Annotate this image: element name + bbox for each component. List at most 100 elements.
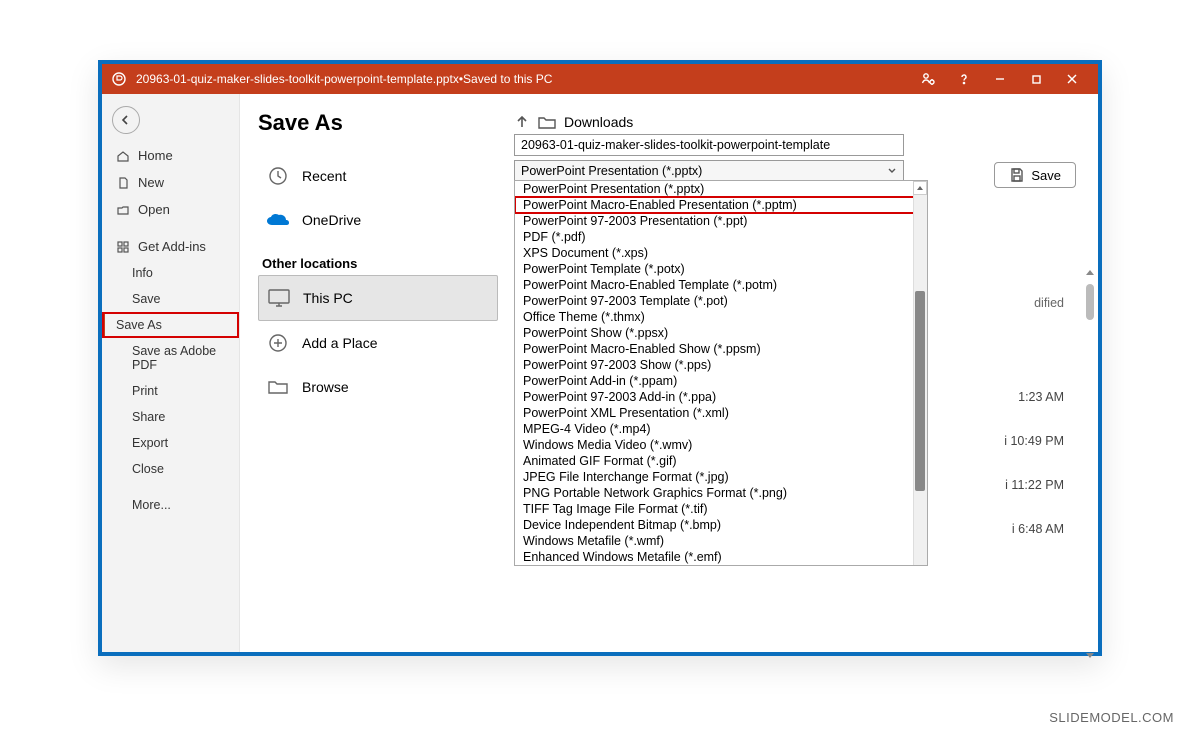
location-browse[interactable]: Browse — [258, 365, 498, 409]
page-title: Save As — [258, 110, 498, 136]
nav-export[interactable]: Export — [102, 430, 239, 456]
file-type-option[interactable]: PowerPoint Macro-Enabled Template (*.pot… — [515, 277, 927, 293]
nav-print[interactable]: Print — [102, 378, 239, 404]
file-type-option[interactable]: PowerPoint 97-2003 Add-in (*.ppa) — [515, 389, 927, 405]
location-recent[interactable]: Recent — [258, 154, 498, 198]
scroll-up-icon[interactable] — [913, 181, 927, 195]
file-type-option[interactable]: PDF (*.pdf) — [515, 229, 927, 245]
account-icon[interactable] — [910, 64, 946, 94]
file-type-option[interactable]: MPEG-4 Video (*.mp4) — [515, 421, 927, 437]
nav-home[interactable]: Home — [102, 142, 239, 169]
location-add-place[interactable]: Add a Place — [258, 321, 498, 365]
date-value: 1:23 AM — [1004, 390, 1064, 404]
chevron-down-icon — [887, 166, 897, 176]
panel-scrollbar[interactable] — [1084, 264, 1096, 664]
nav-save-as-label: Save As — [116, 318, 162, 332]
titlebar: 20963-01-quiz-maker-slides-toolkit-power… — [102, 64, 1098, 94]
file-type-option[interactable]: Windows Media Video (*.wmv) — [515, 437, 927, 453]
monitor-icon — [267, 286, 291, 310]
nav-open-label: Open — [138, 202, 170, 217]
file-type-dropdown[interactable]: PowerPoint Presentation (*.pptx)PowerPoi… — [514, 180, 928, 566]
file-type-option[interactable]: PowerPoint 97-2003 Template (*.pot) — [515, 293, 927, 309]
file-type-select[interactable]: PowerPoint Presentation (*.pptx) — [514, 160, 904, 182]
location-onedrive[interactable]: OneDrive — [258, 198, 498, 242]
file-type-selected: PowerPoint Presentation (*.pptx) — [521, 164, 702, 178]
file-type-option[interactable]: XPS Document (*.xps) — [515, 245, 927, 261]
folder-icon — [538, 115, 556, 129]
nav-print-label: Print — [132, 384, 158, 398]
nav-home-label: Home — [138, 148, 173, 163]
other-locations-heading: Other locations — [262, 256, 498, 271]
date-column: dified 1:23 AM i 10:49 PM i 11:22 PM i 6… — [1004, 296, 1064, 536]
file-type-option[interactable]: PowerPoint 97-2003 Presentation (*.ppt) — [515, 213, 927, 229]
save-button-label: Save — [1031, 168, 1061, 183]
save-icon — [1009, 167, 1025, 183]
nav-save-as-pdf[interactable]: Save as Adobe PDF — [102, 338, 239, 378]
nav-get-addins-label: Get Add-ins — [138, 239, 206, 254]
file-type-option[interactable]: PowerPoint Show (*.ppsx) — [515, 325, 927, 341]
nav-more-label: More... — [132, 498, 171, 512]
close-button[interactable] — [1054, 64, 1090, 94]
save-button[interactable]: Save — [994, 162, 1076, 188]
filename-input[interactable] — [514, 134, 904, 156]
file-type-option[interactable]: PowerPoint Macro-Enabled Presentation (*… — [515, 197, 927, 213]
file-type-option[interactable]: JPEG File Interchange Format (*.jpg) — [515, 469, 927, 485]
file-type-option[interactable]: PowerPoint XML Presentation (*.xml) — [515, 405, 927, 421]
nav-save-as[interactable]: Save As — [102, 312, 239, 338]
folder-open-icon — [116, 203, 130, 217]
scroll-thumb[interactable] — [915, 291, 925, 491]
folder-icon — [266, 375, 290, 399]
file-type-option[interactable]: TIFF Tag Image File Format (*.tif) — [515, 501, 927, 517]
nav-open[interactable]: Open — [102, 196, 239, 223]
location-this-pc-label: This PC — [303, 290, 353, 306]
date-modified-header: dified — [1004, 296, 1064, 310]
help-icon[interactable] — [946, 64, 982, 94]
nav-info-label: Info — [132, 266, 153, 280]
date-value: i 10:49 PM — [1004, 434, 1064, 448]
scroll-down-icon[interactable] — [1084, 646, 1096, 664]
nav-info[interactable]: Info — [102, 260, 239, 286]
location-this-pc[interactable]: This PC — [258, 275, 498, 321]
nav-share[interactable]: Share — [102, 404, 239, 430]
back-button[interactable] — [112, 106, 140, 134]
nav-get-addins[interactable]: Get Add-ins — [102, 233, 239, 260]
file-type-option[interactable]: PNG Portable Network Graphics Format (*.… — [515, 485, 927, 501]
dropdown-scrollbar[interactable] — [913, 181, 927, 565]
file-type-option[interactable]: PowerPoint Macro-Enabled Show (*.ppsm) — [515, 341, 927, 357]
file-type-option[interactable]: Windows Metafile (*.wmf) — [515, 533, 927, 549]
minimize-button[interactable] — [982, 64, 1018, 94]
file-type-option[interactable]: PowerPoint Template (*.potx) — [515, 261, 927, 277]
breadcrumb[interactable]: Downloads — [510, 114, 1098, 134]
file-type-option[interactable]: PowerPoint Add-in (*.ppam) — [515, 373, 927, 389]
scroll-up-icon[interactable] — [1084, 264, 1096, 282]
nav-new[interactable]: New — [102, 169, 239, 196]
home-icon — [116, 149, 130, 163]
window-title-status: Saved to this PC — [463, 72, 552, 86]
location-browse-label: Browse — [302, 379, 349, 395]
nav-more[interactable]: More... — [102, 492, 239, 518]
file-type-option[interactable]: PowerPoint 97-2003 Show (*.pps) — [515, 357, 927, 373]
file-type-option[interactable]: Animated GIF Format (*.gif) — [515, 453, 927, 469]
window-title-filename: 20963-01-quiz-maker-slides-toolkit-power… — [136, 72, 459, 86]
location-add-place-label: Add a Place — [302, 335, 378, 351]
backstage-sidebar: Home New Open Get Add-ins Info Save Save… — [102, 94, 240, 652]
maximize-button[interactable] — [1018, 64, 1054, 94]
file-type-option[interactable]: Device Independent Bitmap (*.bmp) — [515, 517, 927, 533]
scroll-thumb[interactable] — [1086, 284, 1094, 320]
onedrive-icon — [266, 208, 290, 232]
location-onedrive-label: OneDrive — [302, 212, 361, 228]
nav-save[interactable]: Save — [102, 286, 239, 312]
powerpoint-icon — [110, 70, 128, 88]
nav-save-as-pdf-label: Save as Adobe PDF — [132, 344, 224, 372]
nav-close[interactable]: Close — [102, 456, 239, 482]
save-as-main: Downloads PowerPoint Presentation (*.ppt… — [510, 94, 1098, 652]
document-icon — [116, 176, 130, 190]
file-type-option[interactable]: Enhanced Windows Metafile (*.emf) — [515, 549, 927, 565]
clock-icon — [266, 164, 290, 188]
locations-panel: Save As Recent OneDrive Other locations … — [240, 94, 510, 652]
file-type-option[interactable]: Office Theme (*.thmx) — [515, 309, 927, 325]
file-type-option[interactable]: PowerPoint Presentation (*.pptx) — [515, 181, 927, 197]
nav-new-label: New — [138, 175, 164, 190]
date-value: i 6:48 AM — [1004, 522, 1064, 536]
date-value: i 11:22 PM — [1004, 478, 1064, 492]
